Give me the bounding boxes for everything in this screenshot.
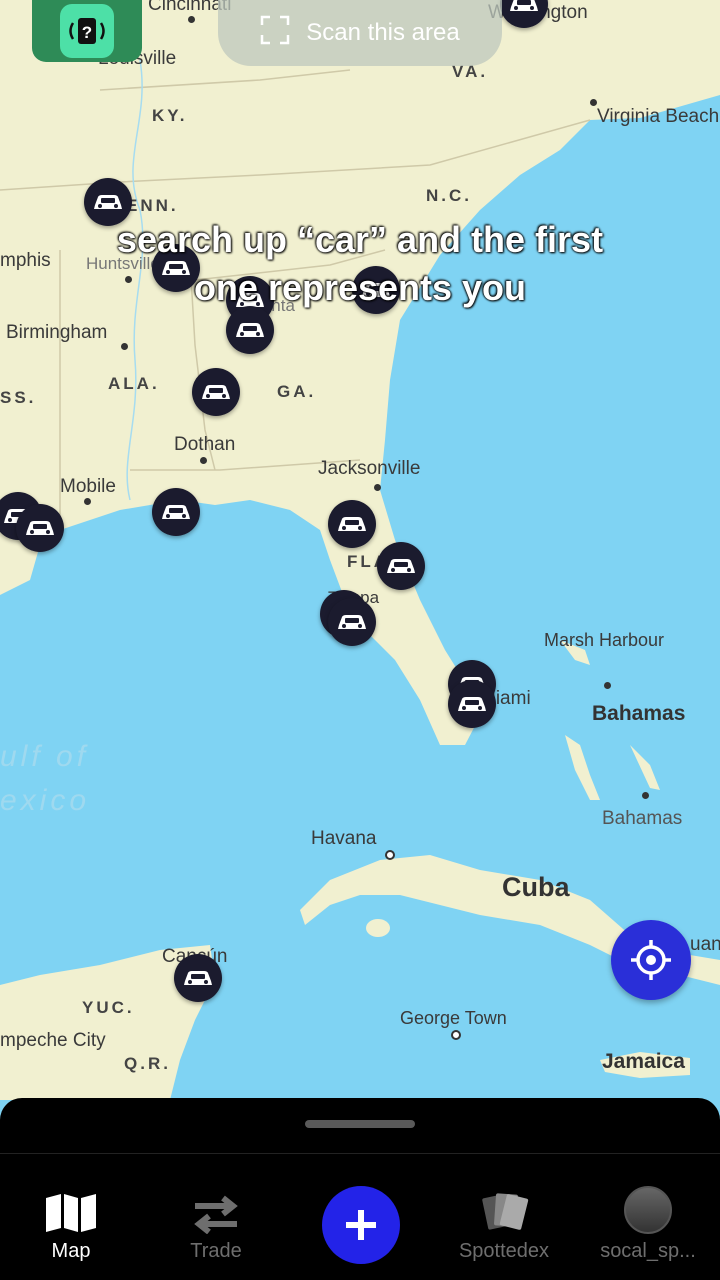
car-marker[interactable] <box>192 368 240 416</box>
car-marker[interactable] <box>377 542 425 590</box>
state-label: SS. <box>0 388 37 407</box>
tab-spottedex[interactable]: Spottedex <box>444 1186 564 1263</box>
car-marker[interactable] <box>152 488 200 536</box>
tab-map[interactable]: Map <box>11 1186 131 1263</box>
divider <box>0 1153 720 1154</box>
city-dot <box>451 1030 461 1040</box>
tab-label: Trade <box>190 1240 242 1262</box>
add-button[interactable] <box>322 1186 400 1264</box>
crosshair-icon <box>631 940 671 980</box>
country-label: Jamaica <box>602 1050 685 1073</box>
sea-label: exico <box>0 784 91 817</box>
map-view[interactable]: Cincinnati Louisville Washington Virgini… <box>0 0 720 1100</box>
locate-me-button[interactable] <box>611 920 691 1000</box>
car-icon <box>162 505 190 519</box>
city-label: Birmingham <box>6 322 108 343</box>
country-label: Cuba <box>502 872 570 902</box>
map-icon <box>46 1194 96 1232</box>
tab-label: socal_sp... <box>600 1240 696 1262</box>
car-marker[interactable] <box>174 954 222 1002</box>
car-marker[interactable] <box>448 680 496 728</box>
car-marker[interactable] <box>16 504 64 552</box>
state-label: ALA. <box>108 374 160 393</box>
car-icon <box>236 323 264 337</box>
car-marker[interactable] <box>226 306 274 354</box>
cards-icon <box>482 1193 529 1230</box>
city-dot <box>84 498 91 505</box>
car-icon <box>458 697 486 711</box>
video-caption: search up “car” and the first one repres… <box>0 216 720 312</box>
tab-trade[interactable]: Trade <box>156 1186 276 1263</box>
tab-label: Spottedex <box>458 1240 550 1262</box>
scan-frame-icon <box>260 15 290 52</box>
city-label: Virginia Beach <box>597 106 720 127</box>
bottom-sheet[interactable]: Map Trade Spottedex socal_sp... <box>0 1098 720 1280</box>
country-label: Bahamas <box>592 702 686 725</box>
city-label: Havana <box>311 828 377 849</box>
city-label: Marsh Harbour <box>544 630 665 650</box>
state-label: N.C. <box>426 186 472 205</box>
car-marker[interactable] <box>328 500 376 548</box>
city-label: Dothan <box>174 434 236 455</box>
city-dot <box>642 792 649 799</box>
scan-area-label: Scan this area <box>306 19 460 46</box>
city-dot <box>385 850 395 860</box>
car-icon <box>94 195 122 209</box>
avatar <box>624 1186 672 1234</box>
map-land <box>0 0 720 1100</box>
mystery-card-badge[interactable]: ? <box>32 0 142 62</box>
city-label: uan <box>690 934 720 955</box>
caption-line: one represents you <box>193 267 527 308</box>
sea-label: ulf of <box>0 740 90 773</box>
state-label: KY. <box>152 106 188 125</box>
city-label: Mobile <box>60 476 116 497</box>
sheet-drag-handle[interactable] <box>305 1120 415 1128</box>
city-label: mpeche City <box>0 1030 106 1051</box>
state-label: ENN. <box>126 196 179 215</box>
tab-label: Map <box>51 1240 91 1262</box>
car-icon <box>338 615 366 629</box>
city-dot <box>121 343 128 350</box>
car-icon <box>26 521 54 535</box>
scan-area-button[interactable]: Scan this area <box>218 0 502 66</box>
swap-arrows-icon <box>194 1195 238 1234</box>
city-label: George Town <box>400 1008 507 1028</box>
mystery-card-icon: ? <box>60 4 114 58</box>
tab-profile[interactable]: socal_sp... <box>588 1186 708 1263</box>
caption-line: search up “car” and the first <box>116 219 604 260</box>
car-icon <box>184 971 212 985</box>
country-label: Bahamas <box>602 808 683 829</box>
state-label: Q.R. <box>124 1054 171 1073</box>
svg-text:?: ? <box>82 23 92 42</box>
car-icon <box>338 517 366 531</box>
car-icon <box>387 559 415 573</box>
city-label: Jacksonville <box>318 458 421 479</box>
city-dot <box>200 457 207 464</box>
city-dot <box>374 484 381 491</box>
city-dot <box>188 16 195 23</box>
state-label: YUC. <box>82 998 135 1017</box>
car-icon <box>510 0 538 11</box>
city-dot <box>604 682 611 689</box>
city-dot <box>590 99 597 106</box>
car-marker[interactable] <box>328 598 376 646</box>
state-label: GA. <box>277 382 317 401</box>
car-icon <box>202 385 230 399</box>
plus-icon <box>346 1210 376 1240</box>
